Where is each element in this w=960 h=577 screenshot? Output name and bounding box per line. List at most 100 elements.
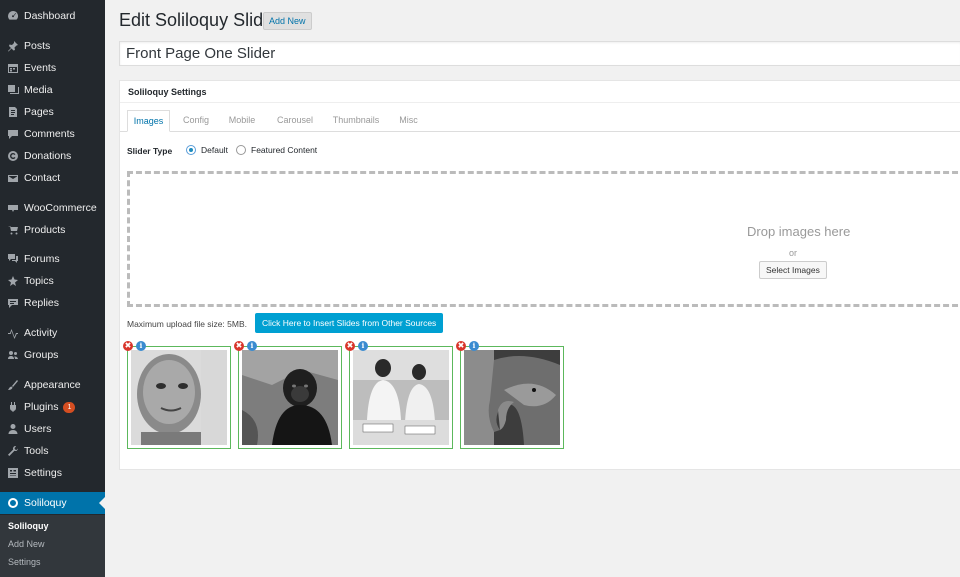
menu-label: Events <box>24 62 57 74</box>
admin-sidebar: Dashboard Posts Events Media Pages Comme… <box>0 0 105 577</box>
menu-label: WooCommerce <box>24 202 97 214</box>
media-icon <box>6 84 19 97</box>
elephant-image <box>464 350 560 445</box>
pages-icon <box>6 106 19 119</box>
menu-plugins[interactable]: Plugins 1 <box>0 396 105 418</box>
menu-label: Settings <box>24 467 62 479</box>
remove-slide-icon[interactable]: ✖ <box>345 341 355 351</box>
slide-thumbnail[interactable]: ✖ i <box>234 341 342 449</box>
menu-label: Forums <box>24 253 60 265</box>
slide-thumbnail[interactable]: ✖ i <box>123 341 231 449</box>
slide-info-icon[interactable]: i <box>136 341 146 351</box>
tab-images[interactable]: Images <box>127 110 170 132</box>
image-dropzone[interactable]: Drop images here or Select Images <box>127 171 960 307</box>
menu-tools[interactable]: Tools <box>0 440 105 462</box>
slide-info-icon[interactable]: i <box>469 341 479 351</box>
user-icon <box>6 423 19 436</box>
menu-label: Media <box>24 84 53 96</box>
menu-comments[interactable]: Comments <box>0 123 105 145</box>
slider-type-featured-radio[interactable]: Featured Content <box>236 145 317 155</box>
menu-label: Soliloquy <box>24 497 67 509</box>
radio-checked[interactable] <box>186 145 196 155</box>
menu-activity[interactable]: Activity <box>0 322 105 344</box>
menu-label: Pages <box>24 106 54 118</box>
cart-icon <box>6 224 19 237</box>
menu-label: Products <box>24 224 66 236</box>
submenu-settings[interactable]: Settings <box>8 557 41 567</box>
soliloquy-icon <box>6 497 19 510</box>
plugin-update-badge: 1 <box>63 401 76 413</box>
radio-label: Default <box>201 145 228 155</box>
menu-topics[interactable]: Topics <box>0 270 105 292</box>
child-portrait-image <box>131 350 227 445</box>
page-title: Edit Soliloquy Slider <box>119 10 280 30</box>
radio-unchecked[interactable] <box>236 145 246 155</box>
soliloquy-settings-box: Soliloquy Settings Images Config Mobile … <box>119 80 960 470</box>
tab-mobile[interactable]: Mobile <box>222 110 262 131</box>
remove-slide-icon[interactable]: ✖ <box>456 341 466 351</box>
menu-replies[interactable]: Replies <box>0 292 105 314</box>
mail-icon <box>6 172 19 185</box>
slide-info-icon[interactable]: i <box>247 341 257 351</box>
menu-label: Posts <box>24 40 51 52</box>
menu-soliloquy[interactable]: Soliloquy <box>0 492 105 514</box>
topics-icon <box>6 275 19 288</box>
menu-pages[interactable]: Pages <box>0 101 105 123</box>
slider-type-default-radio[interactable]: Default <box>186 145 228 155</box>
menu-posts[interactable]: Posts <box>0 35 105 57</box>
soliloquy-submenu: Soliloquy Add New Settings <box>0 515 105 577</box>
menu-label: Topics <box>24 275 54 287</box>
radio-label: Featured Content <box>251 145 318 155</box>
insert-slides-button[interactable]: Click Here to Insert Slides from Other S… <box>255 313 444 333</box>
menu-contact[interactable]: Contact <box>0 167 105 189</box>
menu-groups[interactable]: Groups <box>0 344 105 366</box>
tab-thumbnails[interactable]: Thumbnails <box>327 110 385 131</box>
slide-thumbnail[interactable]: ✖ i <box>456 341 564 449</box>
menu-media[interactable]: Media <box>0 79 105 101</box>
drop-or-text: or <box>789 248 798 258</box>
donations-icon <box>6 150 19 163</box>
drop-images-text: Drop images here <box>747 224 851 239</box>
slide-thumbnail[interactable]: ✖ i <box>345 341 453 449</box>
menu-woocommerce[interactable]: WooCommerce <box>0 197 105 219</box>
pin-icon <box>6 40 19 53</box>
menu-label: Plugins <box>24 401 59 413</box>
tab-config[interactable]: Config <box>176 110 216 131</box>
volunteers-image <box>353 350 449 445</box>
slide-info-icon[interactable]: i <box>358 341 368 351</box>
menu-dashboard[interactable]: Dashboard <box>0 5 105 27</box>
brush-icon <box>6 379 19 392</box>
calendar-icon <box>6 62 19 75</box>
menu-label: Users <box>24 423 52 435</box>
settings-box-title: Soliloquy Settings <box>120 81 960 103</box>
add-new-button[interactable]: Add New <box>263 12 312 30</box>
tab-misc[interactable]: Misc <box>392 110 425 131</box>
menu-forums[interactable]: Forums <box>0 248 105 270</box>
menu-label: Activity <box>24 327 58 339</box>
menu-settings[interactable]: Settings <box>0 462 105 484</box>
settings-icon <box>6 467 19 480</box>
remove-slide-icon[interactable]: ✖ <box>123 341 133 351</box>
submenu-add-new[interactable]: Add New <box>8 539 45 549</box>
groups-icon <box>6 349 19 362</box>
menu-events[interactable]: Events <box>0 57 105 79</box>
submenu-soliloquy[interactable]: Soliloquy <box>8 521 49 531</box>
menu-label: Appearance <box>24 379 81 391</box>
menu-label: Tools <box>24 445 49 457</box>
gorilla-image <box>242 350 338 445</box>
remove-slide-icon[interactable]: ✖ <box>234 341 244 351</box>
comments-icon <box>6 128 19 141</box>
tab-carousel[interactable]: Carousel <box>270 110 320 131</box>
menu-label: Dashboard <box>24 10 76 22</box>
select-images-button[interactable]: Select Images <box>759 261 827 279</box>
menu-users[interactable]: Users <box>0 418 105 440</box>
dashboard-icon <box>6 10 19 23</box>
menu-appearance[interactable]: Appearance <box>0 374 105 396</box>
replies-icon <box>6 297 19 310</box>
slider-title-input[interactable] <box>119 41 960 66</box>
menu-products[interactable]: Products <box>0 219 105 241</box>
plug-icon <box>6 401 19 414</box>
woocommerce-icon <box>6 202 19 215</box>
menu-donations[interactable]: Donations <box>0 145 105 167</box>
settings-tabs: Images Config Mobile Carousel Thumbnails… <box>120 110 960 132</box>
